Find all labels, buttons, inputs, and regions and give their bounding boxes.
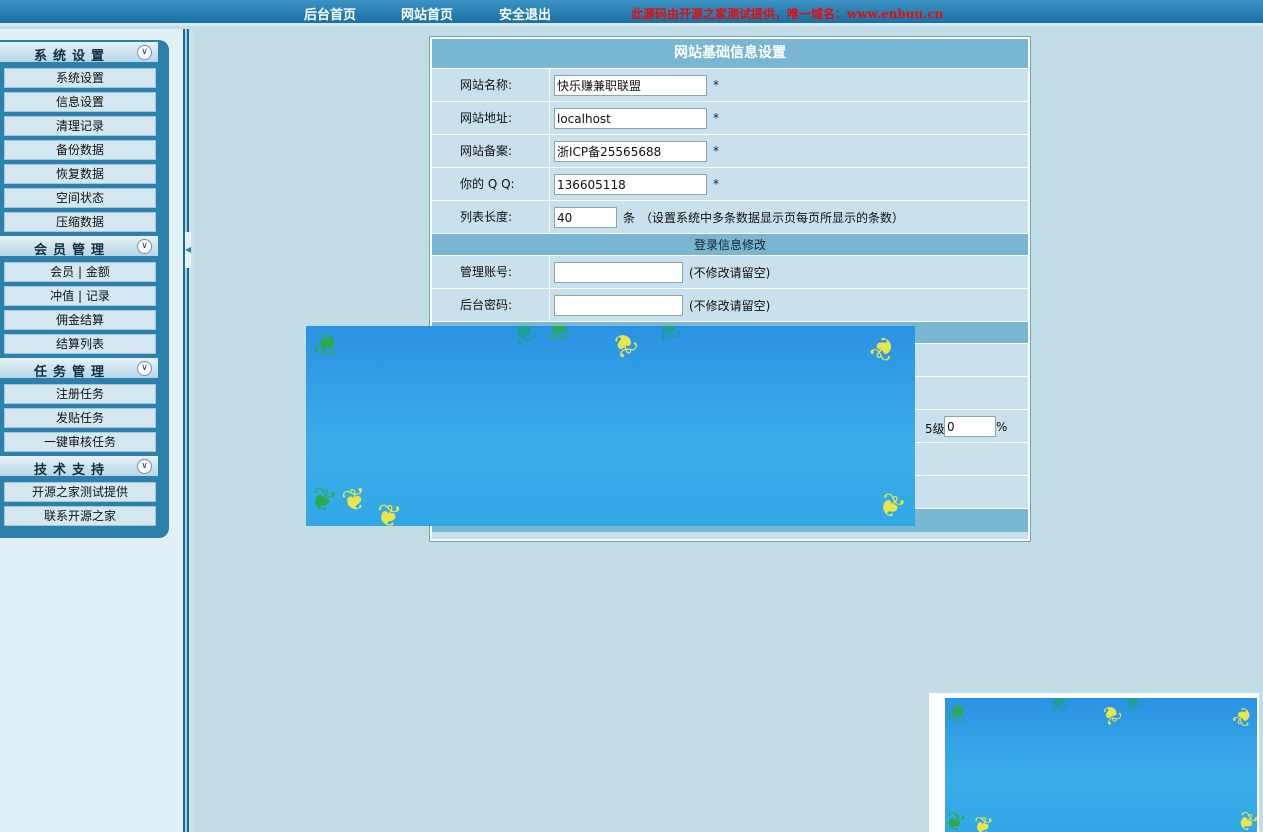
- sidebar: 系统设置 ∨ 系统设置 信息设置 清理记录 备份数据 恢复数据 空间状态 压缩数据 会员管理 ∨ 会员…: [0, 29, 183, 832]
- required-mark: *: [713, 144, 719, 158]
- level5-input[interactable]: [944, 416, 996, 437]
- chevron-down-icon[interactable]: ∨: [137, 361, 152, 376]
- leaf-icon: ❦: [1231, 804, 1257, 832]
- chevron-down-icon[interactable]: ∨: [137, 459, 152, 474]
- sidebar-item[interactable]: 备份数据: [4, 140, 156, 160]
- list-length-unit: 条: [623, 211, 636, 225]
- menu-group-header[interactable]: 会员管理 ∨: [0, 236, 158, 258]
- qq-label: 你的 Q Q:: [432, 168, 550, 200]
- admin-password-label: 后台密码:: [432, 289, 550, 321]
- icp-label: 网站备案:: [432, 135, 550, 167]
- level5-label: 5级: [925, 422, 945, 436]
- list-length-hint: （设置系统中多条数据显示页每页所显示的条数）: [640, 211, 905, 225]
- sidebar-item[interactable]: 信息设置: [4, 92, 156, 112]
- menu-group-header[interactable]: 系统设置 ∨: [0, 42, 158, 64]
- sidebar-item[interactable]: 系统设置: [4, 68, 156, 88]
- leaf-icon: ❦: [653, 326, 685, 347]
- leaf-icon: ❦: [604, 326, 644, 365]
- leaf-icon: ❦: [1095, 698, 1127, 732]
- site-name-label: 网站名称:: [432, 69, 550, 101]
- leaf-icon: ❦: [945, 698, 972, 729]
- list-length-input[interactable]: [554, 207, 617, 228]
- level5-unit: %: [996, 420, 1008, 434]
- sidebar-item[interactable]: 冲值 | 记录: [4, 286, 156, 306]
- sidebar-menu: 系统设置 ∨ 系统设置 信息设置 清理记录 备份数据 恢复数据 空间状态 压缩数据 会员管理 ∨ 会员…: [0, 40, 169, 538]
- sidebar-item[interactable]: 注册任务: [4, 384, 156, 404]
- float-ad-frame: ❦ ❦ ❦ ❦ ❦ ❦ ❦ ❦: [929, 693, 1259, 832]
- admin-account-label: 管理账号:: [432, 256, 550, 288]
- site-url-input[interactable]: [554, 108, 707, 129]
- leaf-icon: ❦: [546, 326, 572, 345]
- required-mark: *: [713, 78, 719, 92]
- leaf-icon: ❦: [339, 481, 370, 520]
- site-url-row: 网站地址: *: [432, 101, 1028, 134]
- leaf-icon: ❦: [1047, 698, 1070, 716]
- leaf-icon: ❦: [970, 810, 996, 832]
- icp-input[interactable]: [554, 141, 707, 162]
- admin-home-link[interactable]: 后台首页: [304, 4, 356, 23]
- leaf-icon: ❦: [505, 326, 542, 353]
- menu-group-header[interactable]: 技术支持 ∨: [0, 456, 158, 478]
- menu-group-title: 任务管理: [34, 365, 111, 380]
- menu-group-title: 系统设置: [34, 49, 111, 64]
- top-nav-bar: 后台首页 网站首页 安全退出 此源码由开源之家测试提供，唯一域名：www.enb…: [0, 0, 1263, 26]
- site-home-link[interactable]: 网站首页: [401, 4, 453, 23]
- sidebar-item[interactable]: 开源之家测试提供: [4, 482, 156, 502]
- sidebar-item[interactable]: 清理记录: [4, 116, 156, 136]
- leaf-icon: ❦: [1121, 698, 1144, 716]
- leaf-icon: ❦: [308, 326, 345, 365]
- admin-password-hint: (不修改请留空): [689, 299, 771, 313]
- list-length-label: 列表长度:: [432, 201, 550, 233]
- sidebar-item[interactable]: 空间状态: [4, 188, 156, 208]
- panel-title: 网站基础信息设置: [432, 39, 1028, 68]
- login-section-header: 登录信息修改: [432, 233, 1028, 255]
- chevron-down-icon[interactable]: ∨: [137, 239, 152, 254]
- admin-account-input[interactable]: [554, 262, 683, 283]
- sidebar-item[interactable]: 佣金结算: [4, 310, 156, 330]
- source-notice: 此源码由开源之家测试提供，唯一域名：www.enbuu.cn: [631, 7, 944, 21]
- qq-row: 你的 Q Q: *: [432, 167, 1028, 200]
- sidebar-item[interactable]: 发贴任务: [4, 408, 156, 428]
- required-mark: *: [713, 111, 719, 125]
- leaf-icon: ❦: [945, 805, 970, 832]
- leaf-icon: ❦: [373, 497, 405, 526]
- required-mark: *: [713, 177, 719, 191]
- sidebar-item[interactable]: 联系开源之家: [4, 506, 156, 526]
- sidebar-item[interactable]: 会员 | 金额: [4, 262, 156, 282]
- frame-divider[interactable]: ◀: [183, 29, 193, 832]
- sidebar-item[interactable]: 结算列表: [4, 334, 156, 354]
- admin-password-input[interactable]: [554, 295, 683, 316]
- list-length-row: 列表长度: 条 （设置系统中多条数据显示页每页所显示的条数）: [432, 200, 1028, 233]
- admin-password-row: 后台密码: (不修改请留空): [432, 288, 1028, 321]
- menu-group-header[interactable]: 任务管理 ∨: [0, 358, 158, 380]
- leaf-icon: ❦: [306, 479, 341, 522]
- site-name-input[interactable]: [554, 75, 707, 96]
- leaf-icon: ❦: [863, 326, 903, 369]
- sidebar-item[interactable]: 一键审核任务: [4, 432, 156, 452]
- site-name-row: 网站名称: *: [432, 68, 1028, 101]
- menu-group-title: 技术支持: [34, 463, 111, 478]
- leaf-icon: ❦: [1227, 698, 1257, 734]
- float-ad-banner[interactable]: ❦ ❦ ❦ ❦ ❦ ❦ ❦ ❦: [945, 698, 1257, 832]
- admin-account-row: 管理账号: (不修改请留空): [432, 255, 1028, 288]
- icp-row: 网站备案: *: [432, 134, 1028, 167]
- site-url-label: 网站地址:: [432, 102, 550, 134]
- sidebar-item[interactable]: 压缩数据: [4, 212, 156, 232]
- chevron-down-icon[interactable]: ∨: [137, 45, 152, 60]
- logout-link[interactable]: 安全退出: [499, 4, 551, 23]
- collapse-sidebar-icon[interactable]: ◀: [185, 232, 191, 268]
- menu-group-title: 会员管理: [34, 243, 111, 258]
- leaf-icon: ❦: [871, 485, 911, 526]
- qq-input[interactable]: [554, 174, 707, 195]
- sidebar-item[interactable]: 恢复数据: [4, 164, 156, 184]
- admin-account-hint: (不修改请留空): [689, 266, 771, 280]
- overlay-banner[interactable]: ❦ ❦ ❦ ❦ ❦ ❦ ❦ ❦ ❦ ❦: [306, 326, 915, 526]
